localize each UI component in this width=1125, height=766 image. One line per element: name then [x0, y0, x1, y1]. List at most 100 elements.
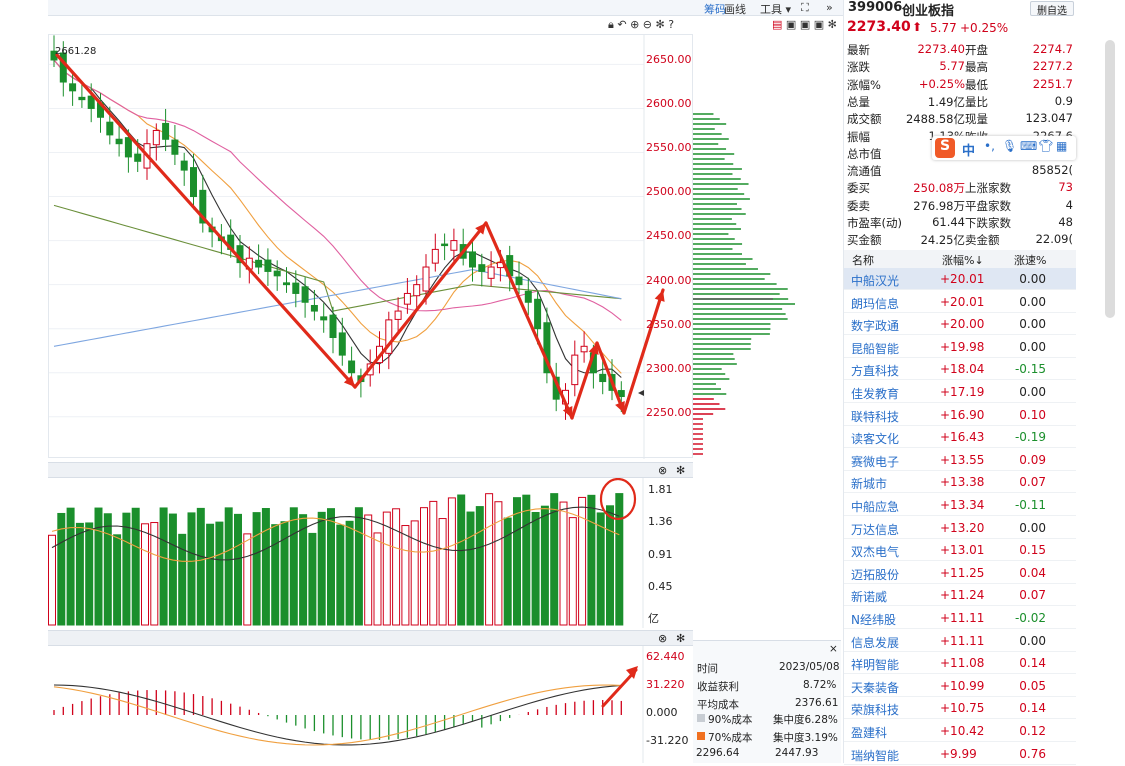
table-row[interactable]: 双杰电气 +13.01 0.15 [844, 539, 1076, 562]
table-row[interactable]: 联特科技 +16.90 0.10 [844, 404, 1076, 426]
undo-icon[interactable]: ↶ [617, 18, 626, 31]
settings-icon[interactable]: ✻ [676, 632, 685, 645]
stock-name-cell[interactable]: 中船应急 [851, 498, 899, 515]
zoom-out-icon[interactable]: ⊖ [643, 18, 652, 31]
keyboard-icon[interactable]: ⌨ [1020, 139, 1037, 153]
grid-icon[interactable]: ▦ [1056, 139, 1067, 153]
stock-name-cell[interactable]: 信息发展 [851, 634, 899, 651]
table-row[interactable]: 万达信息 +13.20 0.00 [844, 517, 1076, 539]
ime-toolbar[interactable]: S 中 •, 🎙︎ ⌨ 👕︎ ▦ [932, 136, 1076, 160]
stock-name-cell[interactable]: 数字政通 [851, 317, 899, 334]
settings-icon[interactable]: ✻ [828, 18, 837, 31]
pct-cell: +11.24 [940, 588, 985, 603]
macd-chart[interactable] [48, 646, 693, 763]
volume-chart[interactable] [48, 477, 693, 628]
table-row[interactable]: 中船汉光 +20.01 0.00 [844, 268, 1076, 290]
stock-name-cell[interactable]: 荣旗科技 [851, 701, 899, 718]
quote-value: 250.08万 [913, 181, 965, 196]
lock-icon[interactable]: 🔒︎ [608, 18, 614, 31]
volume-bar [559, 501, 568, 626]
stock-name: 创业板指 [902, 4, 955, 19]
table-row[interactable]: N经纬股 +11.11 -0.02 [844, 607, 1076, 629]
stock-name-cell[interactable]: 联特科技 [851, 408, 899, 425]
layout-2-icon[interactable]: ▣ [786, 18, 796, 31]
settings-icon[interactable]: ✻ [656, 18, 665, 31]
time-value: 2023/05/08 [779, 661, 840, 673]
draw-tab[interactable]: 画线 [724, 1, 746, 17]
table-row[interactable]: 天秦装备 +10.99 0.05 [844, 675, 1076, 697]
candle-body [571, 354, 579, 386]
pct-cell: +20.01 [940, 272, 985, 286]
table-row[interactable]: 读客文化 +16.43 -0.19 [844, 426, 1076, 449]
table-row[interactable]: 中船应急 +13.34 -0.11 [844, 494, 1076, 516]
layout-1-icon[interactable]: ▤ [772, 18, 782, 31]
table-row[interactable]: 信息发展 +11.11 0.00 [844, 630, 1076, 652]
table-row[interactable]: 昆船智能 +19.98 0.00 [844, 336, 1076, 358]
stock-name-cell[interactable]: 天秦装备 [851, 679, 899, 696]
quote-value: 85852( [1031, 163, 1073, 178]
volume-bar [513, 497, 521, 626]
chart-toolbar: 筹码 画线 工具 ▾ ⛶ » [48, 0, 843, 16]
layout-3-icon[interactable]: ▣ [800, 18, 810, 31]
stock-name-cell[interactable]: 方直科技 [851, 362, 899, 379]
price-change-pct: +0.25% [960, 21, 1009, 35]
chips-tab[interactable]: 筹码 [704, 1, 726, 17]
col-pct[interactable]: 涨幅%↓ [942, 252, 984, 268]
stock-name-cell[interactable]: 昆船智能 [851, 340, 899, 357]
table-row[interactable]: 祥明智能 +11.08 0.14 [844, 652, 1076, 675]
close-icon[interactable]: × [829, 643, 838, 655]
col-name[interactable]: 名称 [852, 252, 874, 268]
layout-4-icon[interactable]: ▣ [814, 18, 824, 31]
arrow-head [654, 290, 665, 302]
table-row[interactable]: 数字政通 +20.00 0.00 [844, 313, 1076, 336]
scrollbar[interactable] [1105, 40, 1115, 318]
y-tick-label: 1.81 [648, 483, 673, 496]
table-row[interactable]: 新诺威 +11.24 0.07 [844, 584, 1076, 607]
stock-name-cell[interactable]: 佳发教育 [851, 385, 899, 402]
table-row[interactable]: 赛微电子 +13.55 0.09 [844, 449, 1076, 471]
remove-favorite-button[interactable]: 删自选 [1030, 1, 1074, 17]
stock-name-cell[interactable]: 新城市 [851, 475, 887, 492]
stock-name-cell[interactable]: 朗玛信息 [851, 295, 899, 312]
candle-body [301, 286, 309, 303]
stock-name-cell[interactable]: 迈拓股份 [851, 566, 899, 583]
table-row[interactable]: 佳发教育 +17.19 0.00 [844, 381, 1076, 403]
stock-name-cell[interactable]: 瑞纳智能 [851, 747, 899, 764]
table-row[interactable]: 方直科技 +18.04 -0.15 [844, 358, 1076, 381]
volume-bar [168, 513, 177, 626]
stock-name-cell[interactable]: 新诺威 [851, 588, 887, 605]
double-chevron-icon[interactable]: » [826, 1, 833, 14]
shirt-icon[interactable]: 👕︎ [1038, 139, 1053, 153]
stock-name-cell[interactable]: 盈建科 [851, 724, 887, 741]
col-speed[interactable]: 涨速% [1014, 252, 1046, 268]
tools-menu[interactable]: 工具 ▾ [760, 1, 791, 17]
stock-name-cell[interactable]: 双杰电气 [851, 543, 899, 560]
candle-body [152, 129, 160, 146]
table-row[interactable]: 荣旗科技 +10.75 0.14 [844, 697, 1076, 720]
moving-average-line [53, 59, 622, 378]
table-row[interactable]: 新城市 +13.38 0.07 [844, 471, 1076, 494]
stock-name-cell[interactable]: N经纬股 [851, 611, 896, 628]
fullscreen-icon[interactable]: ⛶ [801, 1, 809, 15]
stock-name-cell[interactable]: 祥明智能 [851, 656, 899, 673]
stock-name-cell[interactable]: 中船汉光 [851, 272, 899, 289]
table-row[interactable]: 迈拓股份 +11.25 0.04 [844, 562, 1076, 584]
settings-icon[interactable]: ✻ [676, 464, 685, 477]
kline-chart[interactable]: 2661.28 [48, 34, 693, 459]
volume-bar [234, 513, 242, 626]
quote-label: 开盘 [965, 43, 988, 57]
table-row[interactable]: 朗玛信息 +20.01 0.00 [844, 291, 1076, 313]
punct-icon[interactable]: •, [984, 139, 995, 153]
stock-name-cell[interactable]: 读客文化 [851, 430, 899, 447]
close-icon[interactable]: ⊗ [658, 632, 667, 645]
help-icon[interactable]: ? [668, 18, 674, 31]
ime-lang[interactable]: 中 [962, 140, 975, 159]
ime-logo-icon[interactable]: S [935, 138, 955, 158]
table-row[interactable]: 瑞纳智能 +9.99 0.76 [844, 743, 1076, 765]
stock-name-cell[interactable]: 赛微电子 [851, 453, 899, 470]
close-icon[interactable]: ⊗ [658, 464, 667, 477]
table-row[interactable]: 盈建科 +10.42 0.12 [844, 720, 1076, 742]
zoom-in-icon[interactable]: ⊕ [630, 18, 639, 31]
mic-icon[interactable]: 🎙︎ [1002, 139, 1017, 153]
stock-name-cell[interactable]: 万达信息 [851, 521, 899, 538]
